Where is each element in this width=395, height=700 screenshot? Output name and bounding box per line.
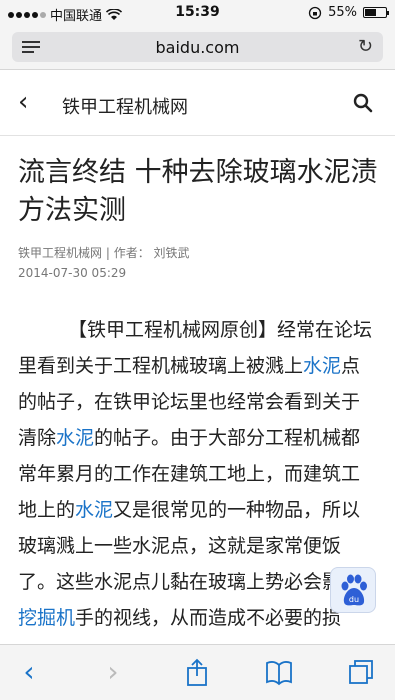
article-meta: 铁甲工程机械网 | 作者： 刘铁武: [18, 244, 190, 261]
url-field[interactable]: baidu.com ↻: [12, 32, 383, 62]
article-date: 2014-07-30 05:29: [18, 266, 127, 280]
baidu-paw-icon: du: [341, 574, 367, 606]
status-bar: 中国联通 15:39 55%: [0, 0, 395, 26]
back-icon[interactable]: ‹: [18, 89, 28, 115]
back-arrow-icon[interactable]: ‹: [14, 657, 44, 687]
link-cement[interactable]: 水泥: [303, 355, 341, 377]
link-cement[interactable]: 水泥: [75, 499, 113, 521]
article-body: 【铁甲工程机械网原创】经常在论坛里看到关于工程机械玻璃上被溅上水泥点的帖子，在铁…: [18, 312, 378, 636]
tabs-icon[interactable]: [346, 657, 376, 687]
author-label: 作者：: [113, 246, 150, 260]
meta-separator: |: [105, 246, 114, 260]
reload-icon[interactable]: ↻: [358, 38, 373, 56]
url-text[interactable]: baidu.com: [12, 38, 383, 57]
orientation-lock-icon: [308, 6, 322, 19]
search-icon[interactable]: [353, 93, 373, 113]
link-cement[interactable]: 水泥: [56, 427, 94, 449]
battery-percent: 55%: [328, 5, 357, 20]
browser-address-bar: baidu.com ↻: [0, 26, 395, 70]
article-source[interactable]: 铁甲工程机械网: [18, 246, 102, 260]
baidu-float-button[interactable]: du: [330, 567, 376, 613]
site-title[interactable]: 铁甲工程机械网: [62, 93, 188, 119]
forward-arrow-icon[interactable]: ›: [98, 657, 128, 687]
battery-icon: [363, 7, 389, 18]
site-header: ‹ 铁甲工程机械网: [0, 71, 395, 136]
bookmarks-icon[interactable]: [264, 657, 294, 687]
share-icon[interactable]: [182, 657, 212, 687]
article-title: 流言终结 十种去除玻璃水泥渍方法实测: [18, 157, 378, 226]
browser-toolbar: ‹ ›: [0, 644, 395, 700]
svg-text:du: du: [349, 595, 359, 604]
body-text: 手的视线，从而造成不必要的损: [75, 607, 342, 629]
link-excavator[interactable]: 挖掘机: [18, 607, 75, 629]
article-author: 刘铁武: [153, 246, 190, 260]
status-right: 55%: [308, 5, 389, 20]
